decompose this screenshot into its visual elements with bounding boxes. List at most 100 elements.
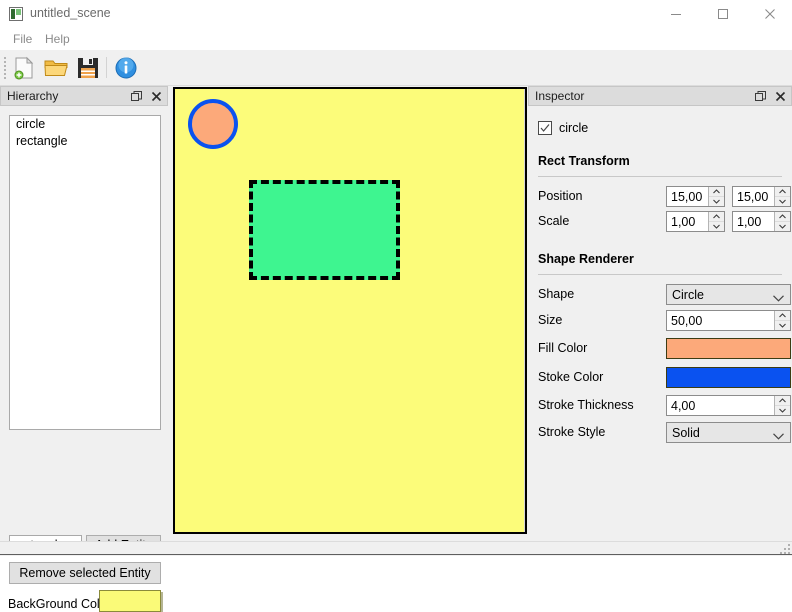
info-circle-icon — [115, 57, 137, 79]
scene-shape-circle[interactable] — [188, 99, 238, 149]
info-button[interactable] — [112, 54, 140, 82]
checkmark-icon — [540, 124, 550, 132]
list-item[interactable]: circle — [10, 116, 160, 133]
menu-item-help[interactable]: Help — [38, 31, 77, 48]
inspector-panel-label: Inspector — [535, 89, 585, 103]
scene-area — [168, 86, 528, 541]
menu-item-file[interactable]: File — [6, 31, 39, 48]
inspector-close-button[interactable] — [773, 89, 789, 105]
stroke-thickness-increment[interactable] — [775, 396, 790, 406]
toolbar — [0, 50, 792, 86]
size-value: 50,00 — [671, 314, 703, 328]
app-icon — [9, 7, 23, 21]
application-window: untitled_scene File Help Hierarchy circl… — [0, 0, 792, 612]
chevron-down-icon — [779, 224, 786, 229]
new-file-button[interactable] — [10, 54, 38, 82]
chevron-up-icon — [779, 398, 786, 403]
open-folder-icon — [44, 60, 68, 76]
scale-x-increment[interactable] — [709, 212, 724, 222]
inspector-panel: Inspector circle Rect Transform Position… — [528, 86, 792, 541]
size-decrement[interactable] — [775, 321, 790, 330]
resize-grip[interactable] — [778, 542, 790, 554]
chevron-down-icon — [779, 199, 786, 204]
position-y-stepper[interactable]: 15,00 — [732, 186, 791, 207]
hierarchy-close-button[interactable] — [149, 89, 165, 105]
position-y-stepper-buttons[interactable] — [774, 187, 790, 206]
maximize-button[interactable] — [700, 0, 746, 28]
scale-label: Scale — [538, 214, 570, 228]
stroke-color-label: Stoke Color — [538, 370, 604, 384]
size-increment[interactable] — [775, 311, 790, 321]
menu-bar: File Help — [0, 28, 792, 50]
scene-canvas[interactable] — [173, 87, 527, 534]
chevron-down-icon — [713, 199, 720, 204]
hierarchy-title-bar: Hierarchy — [0, 86, 168, 106]
scale-y-increment[interactable] — [775, 212, 790, 222]
open-file-button[interactable] — [42, 54, 70, 82]
shape-label: Shape — [538, 287, 575, 301]
chevron-down-icon — [779, 323, 786, 328]
fill-color-label: Fill Color — [538, 341, 588, 355]
stroke-thickness-decrement[interactable] — [775, 406, 790, 415]
background-color-swatch[interactable] — [99, 590, 161, 612]
inspector-float-button[interactable] — [753, 89, 769, 105]
position-x-increment[interactable] — [709, 187, 724, 197]
section-divider — [538, 176, 782, 177]
close-icon — [765, 9, 775, 19]
remove-selected-entity-button[interactable]: Remove selected Entity — [9, 562, 161, 584]
stroke-thickness-stepper[interactable]: 4,00 — [666, 395, 791, 416]
scene-vertical-scrollbar[interactable] — [524, 89, 525, 532]
stroke-thickness-stepper-buttons[interactable] — [774, 396, 790, 415]
title-bar: untitled_scene — [0, 0, 792, 28]
scale-x-stepper[interactable]: 1,00 — [666, 211, 725, 232]
position-x-decrement[interactable] — [709, 197, 724, 206]
hierarchy-panel-label: Hierarchy — [7, 89, 59, 103]
entity-list[interactable]: circle rectangle — [9, 115, 161, 430]
stroke-style-dropdown-value: Solid — [672, 426, 700, 440]
save-file-button[interactable] — [74, 54, 102, 82]
toolbar-separator — [106, 57, 107, 78]
fill-color-swatch[interactable] — [666, 338, 791, 359]
toolbar-drag-handle[interactable] — [3, 55, 8, 81]
position-label: Position — [538, 189, 583, 203]
chevron-down-icon — [773, 291, 784, 305]
scale-x-stepper-buttons[interactable] — [708, 212, 724, 231]
stroke-color-swatch[interactable] — [666, 367, 791, 388]
section-heading-shape-renderer: Shape Renderer — [538, 252, 634, 266]
background-color-label: BackGround Color — [8, 597, 111, 611]
close-button[interactable] — [747, 0, 792, 28]
new-document-icon — [14, 56, 34, 80]
position-y-decrement[interactable] — [775, 197, 790, 206]
stroke-style-dropdown[interactable]: Solid — [666, 422, 791, 443]
chevron-down-icon — [713, 224, 720, 229]
hierarchy-float-button[interactable] — [129, 89, 145, 105]
shape-dropdown[interactable]: Circle — [666, 284, 791, 305]
entity-enabled-checkbox[interactable] — [538, 121, 552, 135]
minimize-button[interactable] — [653, 0, 699, 28]
scale-y-stepper[interactable]: 1,00 — [732, 211, 791, 232]
scale-y-value: 1,00 — [737, 215, 762, 229]
size-stepper[interactable]: 50,00 — [666, 310, 791, 331]
scene-shape-rectangle[interactable] — [249, 180, 400, 280]
position-x-stepper[interactable]: 15,00 — [666, 186, 725, 207]
size-label: Size — [538, 313, 563, 327]
size-stepper-buttons[interactable] — [774, 311, 790, 330]
stroke-thickness-label: Stroke Thickness — [538, 398, 634, 412]
section-heading-rect-transform: Rect Transform — [538, 154, 630, 168]
position-x-stepper-buttons[interactable] — [708, 187, 724, 206]
position-y-value: 15,00 — [737, 190, 769, 204]
minimize-icon — [671, 14, 681, 15]
chevron-up-icon — [779, 189, 786, 194]
chevron-up-icon — [713, 189, 720, 194]
window-title: untitled_scene — [30, 6, 111, 20]
maximize-icon — [718, 9, 728, 19]
section-divider — [538, 274, 782, 275]
scale-y-stepper-buttons[interactable] — [774, 212, 790, 231]
inspector-title-bar: Inspector — [528, 86, 792, 106]
scale-x-decrement[interactable] — [709, 222, 724, 231]
chevron-up-icon — [779, 313, 786, 318]
list-item[interactable]: rectangle — [10, 133, 160, 150]
restore-window-icon — [755, 91, 766, 101]
position-y-increment[interactable] — [775, 187, 790, 197]
scale-y-decrement[interactable] — [775, 222, 790, 231]
